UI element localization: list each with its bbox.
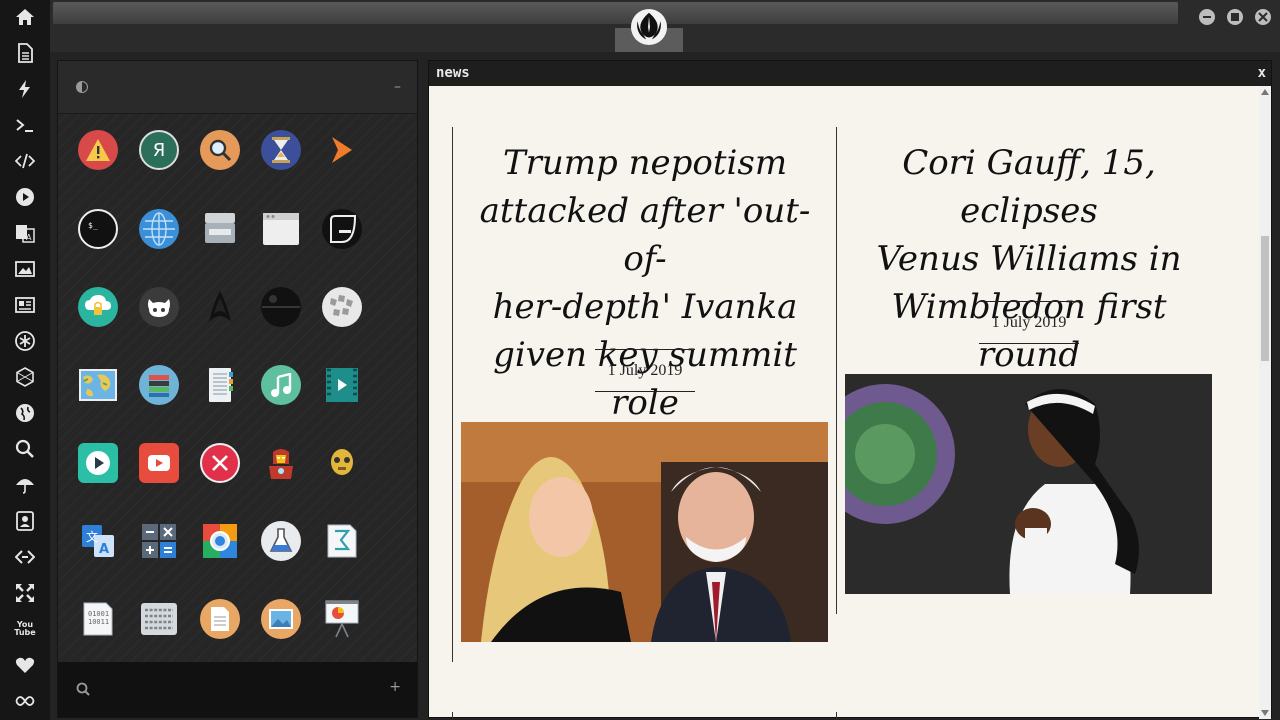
- headline-line: Cori Gauff, 15, eclipses: [902, 143, 1156, 231]
- add-button[interactable]: +: [389, 679, 401, 695]
- minimize-panel-button[interactable]: –: [394, 79, 401, 95]
- contrast-icon[interactable]: [76, 81, 88, 93]
- close-button[interactable]: [1255, 9, 1271, 25]
- asterisk-icon[interactable]: [13, 329, 37, 353]
- cloud-lock-app[interactable]: [78, 287, 118, 327]
- warning-app[interactable]: [78, 130, 118, 170]
- contact-card-icon[interactable]: [13, 509, 37, 533]
- document-app[interactable]: [200, 599, 240, 639]
- globe-icon[interactable]: [13, 401, 37, 425]
- terminal-arrow-app[interactable]: [322, 130, 362, 170]
- window-app[interactable]: [261, 209, 301, 249]
- image-icon[interactable]: [13, 257, 37, 281]
- top-bar: [50, 0, 1280, 52]
- media-player-app[interactable]: [78, 443, 118, 483]
- dock: A You Tube: [0, 0, 50, 720]
- search-icon[interactable]: [76, 682, 90, 696]
- umbrella-icon[interactable]: [13, 473, 37, 497]
- hourglass-app[interactable]: [261, 130, 301, 170]
- search-app[interactable]: [200, 130, 240, 170]
- scroll-thumb[interactable]: [1261, 236, 1269, 361]
- c3po-app[interactable]: [322, 443, 362, 483]
- column-divider: [836, 712, 837, 719]
- translate-icon[interactable]: A: [13, 221, 37, 245]
- yandex-app[interactable]: Я: [139, 130, 179, 170]
- column-divider: [452, 712, 453, 719]
- globe-app[interactable]: [139, 209, 179, 249]
- article-date: 1 July 2019: [979, 301, 1079, 344]
- image-viewer-app[interactable]: [261, 599, 301, 639]
- home-icon[interactable]: [13, 5, 37, 29]
- starfleet-app[interactable]: [200, 287, 240, 327]
- expand-icon[interactable]: [13, 581, 37, 605]
- launcher-footer: +: [58, 662, 417, 717]
- column-divider: [836, 127, 837, 614]
- headline-line: Trump nepotism: [502, 143, 788, 183]
- notes-app[interactable]: [200, 365, 240, 405]
- file-icon[interactable]: [13, 41, 37, 65]
- minimize-button[interactable]: [1199, 9, 1215, 25]
- article-date: 1 July 2019: [595, 349, 695, 392]
- math-app[interactable]: [322, 521, 362, 561]
- article-photo[interactable]: [461, 422, 828, 642]
- maximize-button[interactable]: [1227, 9, 1243, 25]
- headline-line: Venus Williams in: [876, 239, 1182, 279]
- youtube-label: You Tube: [14, 620, 36, 637]
- search-icon[interactable]: [13, 437, 37, 461]
- newspaper-icon[interactable]: [13, 293, 37, 317]
- play-circle-icon[interactable]: [13, 185, 37, 209]
- scroll-down-arrow[interactable]: [1261, 710, 1269, 716]
- terminal-icon[interactable]: [13, 113, 37, 137]
- launcher-header: –: [58, 61, 417, 114]
- scanner-app[interactable]: [200, 209, 240, 249]
- news-window-title: news: [429, 61, 1271, 86]
- article-photo[interactable]: [845, 374, 1212, 594]
- news-scrollbar[interactable]: [1259, 86, 1271, 719]
- lab-app[interactable]: [261, 521, 301, 561]
- scroll-up-arrow[interactable]: [1261, 89, 1269, 95]
- calculator-app[interactable]: [139, 521, 179, 561]
- headline-line: attacked after 'out-of-: [479, 191, 811, 279]
- hexagon-icon[interactable]: [13, 365, 37, 389]
- svg-text:A: A: [26, 233, 32, 242]
- keyboard-app[interactable]: [139, 599, 179, 639]
- youtube-icon[interactable]: You Tube: [13, 617, 37, 641]
- rebel-alliance-icon: [630, 8, 668, 46]
- youtube-app[interactable]: [139, 443, 179, 483]
- bolt-icon[interactable]: [13, 77, 37, 101]
- console-app[interactable]: [322, 209, 362, 249]
- svg-text:10011: 10011: [88, 618, 109, 626]
- music-app[interactable]: [261, 365, 301, 405]
- infinity-icon[interactable]: [13, 689, 37, 713]
- headline-line: her-depth' Ivanka: [492, 287, 798, 327]
- rebel-logo-tab[interactable]: [615, 0, 683, 52]
- desktop: A You Tube – Я $_ 文 A 01001 10011 + news…: [0, 0, 1280, 720]
- wikipedia-app[interactable]: [322, 287, 362, 327]
- map-app[interactable]: [78, 365, 118, 405]
- app-launcher: – Я $_ 文 A 01001 10011 +: [57, 60, 418, 718]
- terminal-app[interactable]: $_: [78, 209, 118, 249]
- translate-app[interactable]: 文A: [78, 521, 118, 561]
- iron-man-app[interactable]: [261, 443, 301, 483]
- video-app[interactable]: [322, 365, 362, 405]
- svg-text:A: A: [99, 542, 109, 557]
- github-app[interactable]: [139, 287, 179, 327]
- death-star-app[interactable]: [261, 287, 301, 327]
- svg-text:文: 文: [86, 529, 98, 544]
- presentation-app[interactable]: [322, 599, 362, 639]
- link-icon[interactable]: [13, 545, 37, 569]
- heart-icon[interactable]: [13, 653, 37, 677]
- books-app[interactable]: [139, 365, 179, 405]
- news-window: news x Trump nepotism attacked after 'ou…: [428, 60, 1272, 719]
- close-app[interactable]: [200, 443, 240, 483]
- svg-text:01001: 01001: [88, 610, 109, 618]
- photos-app[interactable]: [200, 521, 240, 561]
- binary-app[interactable]: 01001 10011: [78, 599, 118, 639]
- code-icon[interactable]: [13, 149, 37, 173]
- news-close-button[interactable]: x: [1258, 61, 1266, 86]
- column-divider: [452, 127, 453, 662]
